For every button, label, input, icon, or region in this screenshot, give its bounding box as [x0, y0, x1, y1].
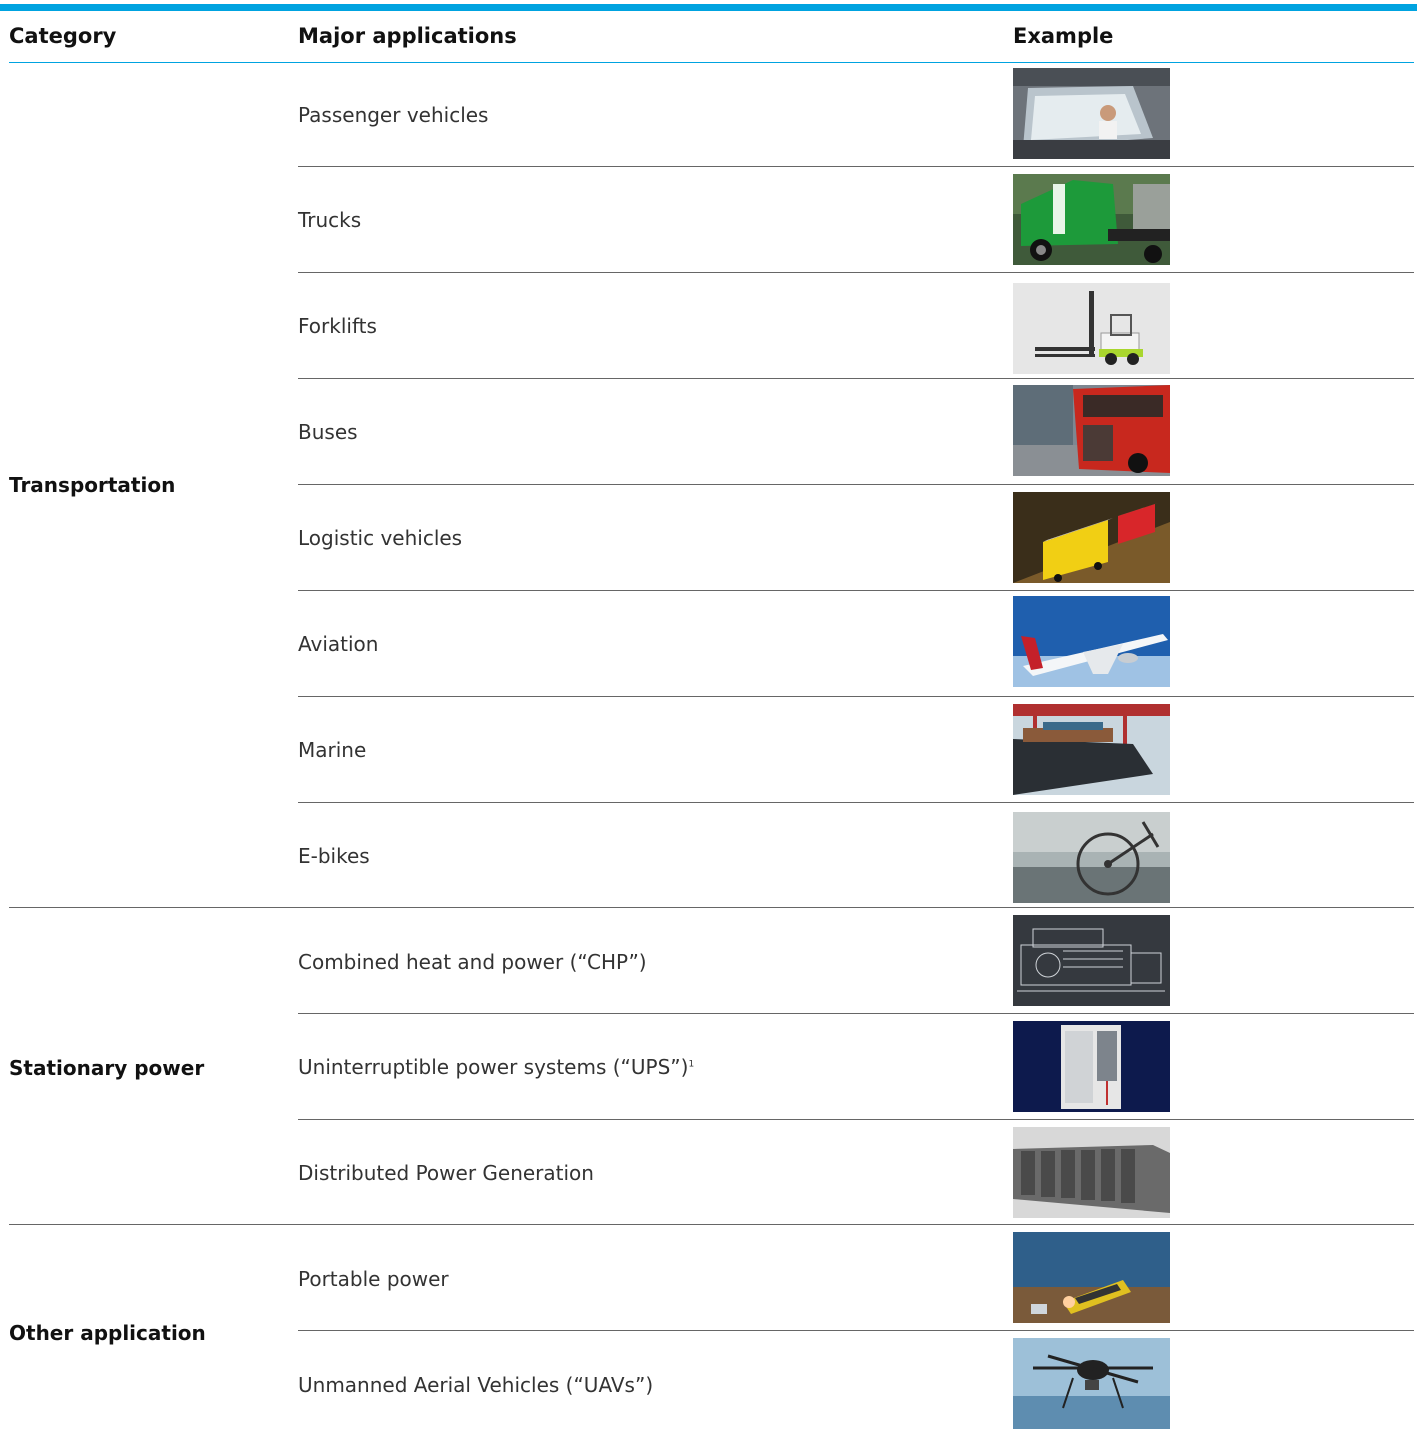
row-divider [298, 696, 1414, 697]
header-category: Category [9, 24, 117, 48]
app-e-bikes: E-bikes [298, 844, 370, 868]
uav-image [1013, 1338, 1170, 1429]
header-divider [9, 62, 1414, 63]
truck-image [1013, 174, 1170, 265]
app-forklifts: Forklifts [298, 314, 377, 338]
logistic-vehicle-image [1013, 492, 1170, 583]
app-ups: Uninterruptible power systems (“UPS”)1 [298, 1055, 694, 1079]
top-accent-bar [0, 4, 1417, 11]
aviation-image [1013, 596, 1170, 687]
category-stationary-power: Stationary power [9, 1056, 205, 1080]
app-buses: Buses [298, 420, 358, 444]
row-divider [298, 1119, 1414, 1120]
category-divider [9, 907, 1414, 908]
row-divider [298, 272, 1414, 273]
row-divider [298, 378, 1414, 379]
app-marine: Marine [298, 738, 367, 762]
chp-image [1013, 915, 1170, 1006]
category-transportation: Transportation [9, 473, 176, 497]
row-divider [298, 1013, 1414, 1014]
e-bike-image [1013, 812, 1170, 903]
app-uavs: Unmanned Aerial Vehicles (“UAVs”) [298, 1373, 654, 1397]
app-portable-power: Portable power [298, 1267, 449, 1291]
app-trucks: Trucks [298, 208, 362, 232]
forklift-image [1013, 283, 1170, 374]
portable-power-image [1013, 1232, 1170, 1323]
ups-image [1013, 1021, 1170, 1112]
app-chp: Combined heat and power (“CHP”) [298, 950, 647, 974]
passenger-vehicle-image [1013, 68, 1170, 159]
category-other-application: Other application [9, 1321, 206, 1345]
marine-image [1013, 704, 1170, 795]
app-passenger-vehicles: Passenger vehicles [298, 103, 489, 127]
category-divider [9, 1224, 1414, 1225]
footnote-marker: 1 [688, 1059, 695, 1070]
row-divider [298, 484, 1414, 485]
row-divider [298, 166, 1414, 167]
app-aviation: Aviation [298, 632, 379, 656]
app-logistic-vehicles: Logistic vehicles [298, 526, 463, 550]
app-distributed-power: Distributed Power Generation [298, 1161, 594, 1185]
header-major-applications: Major applications [298, 24, 517, 48]
header-example: Example [1013, 24, 1114, 48]
row-divider [298, 802, 1414, 803]
bus-image [1013, 385, 1170, 476]
row-divider [298, 1330, 1414, 1331]
row-divider [298, 590, 1414, 591]
app-ups-label: Uninterruptible power systems (“UPS”) [298, 1055, 689, 1079]
distributed-power-image [1013, 1127, 1170, 1218]
